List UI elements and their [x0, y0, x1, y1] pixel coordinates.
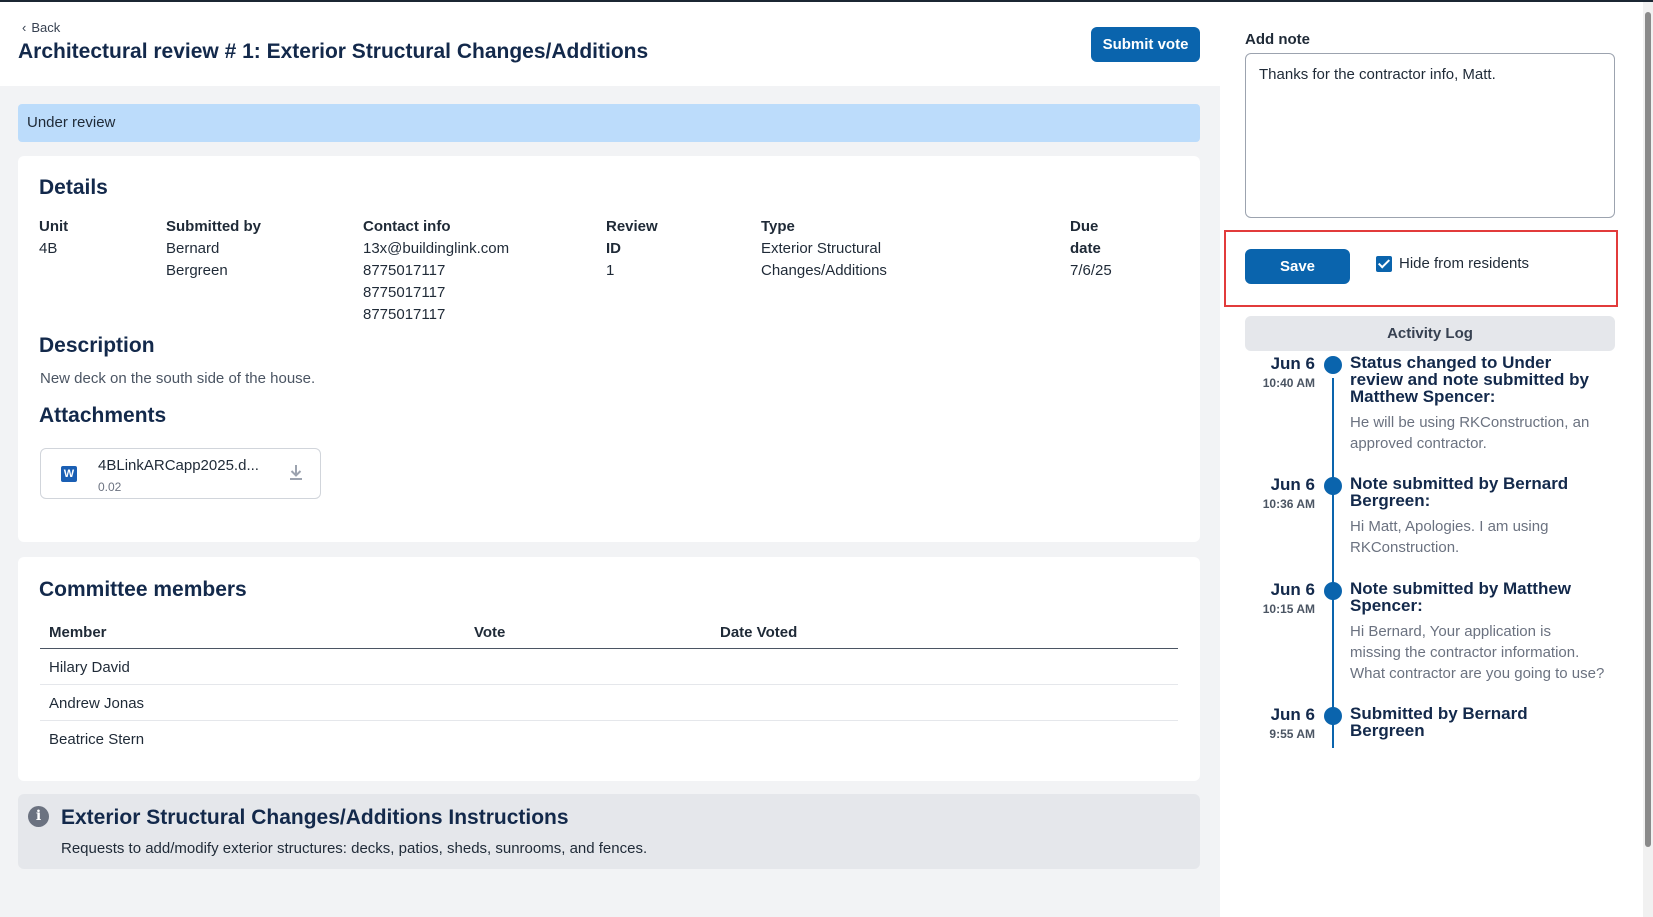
activity-log-button[interactable]: Activity Log	[1245, 316, 1615, 351]
submitted-by-label: Submitted by	[166, 218, 262, 235]
activity-time: 10:15 AM	[1262, 602, 1315, 616]
main-content: ‹ Back Architectural review # 1: Exterio…	[0, 2, 1220, 917]
unit-value: 4B	[39, 240, 58, 257]
type-label: Type	[761, 218, 795, 235]
activity-time: 9:55 AM	[1269, 727, 1315, 741]
table-row: Hilary David	[40, 649, 1178, 685]
back-label: Back	[31, 20, 61, 35]
contact-email: 13x@buildinglink.com	[363, 240, 510, 257]
activity-date: Jun 6	[1270, 354, 1315, 373]
activity-title: Note submitted by Bernard Bergreen:	[1350, 474, 1569, 510]
activity-time: 10:40 AM	[1262, 376, 1315, 390]
due-date-label: date	[1070, 240, 1101, 257]
note-sidebar: Add note Save Hide from residents Activi…	[1220, 2, 1640, 917]
add-note-label: Add note	[1245, 31, 1310, 48]
table-row: Beatrice Stern	[40, 721, 1178, 757]
scrollbar[interactable]	[1643, 2, 1653, 917]
type-field: Type Exterior Structural Changes/Additio…	[761, 216, 887, 282]
submit-vote-button[interactable]: Submit vote	[1091, 27, 1200, 62]
table-header: Member Vote Date Voted	[40, 617, 1178, 649]
scrollbar-thumb[interactable]	[1645, 12, 1651, 847]
member-name: Hilary David	[49, 659, 130, 676]
timeline-dot	[1324, 477, 1342, 495]
contact-phone: 8775017117	[363, 306, 446, 323]
timeline-line	[1332, 378, 1334, 748]
activity-body: Hi Matt, Apologies. I am using RKConstru…	[1350, 518, 1549, 556]
committee-table: Member Vote Date Voted Hilary David Andr…	[40, 617, 1178, 757]
committee-heading: Committee members	[39, 578, 247, 601]
activity-title: Note submitted by Matthew Spencer:	[1350, 579, 1572, 615]
submitted-by-field: Submitted by Bernard Bergreen	[166, 216, 261, 282]
type-line: Exterior Structural	[761, 240, 882, 257]
back-link[interactable]: ‹ Back	[22, 20, 60, 35]
due-date-label: Due	[1070, 218, 1099, 235]
column-vote: Vote	[474, 624, 506, 641]
timeline-dot	[1324, 707, 1342, 725]
committee-card: Committee members Member Vote Date Voted…	[18, 557, 1200, 781]
type-line: Changes/Additions	[761, 262, 887, 279]
member-name: Beatrice Stern	[49, 731, 145, 748]
activity-date: Jun 6	[1270, 580, 1315, 599]
instructions-text: Requests to add/modify exterior structur…	[61, 840, 648, 857]
timeline-dot	[1324, 356, 1342, 374]
save-button[interactable]: Save	[1245, 249, 1350, 284]
page-title: Architectural review # 1: Exterior Struc…	[18, 40, 649, 63]
contact-info-label: Contact info	[363, 218, 451, 235]
info-icon: i	[28, 806, 49, 827]
unit-label: Unit	[39, 218, 69, 235]
activity-body: Hi Bernard, Your application is missing …	[1350, 623, 1605, 682]
attachments-heading: Attachments	[39, 404, 167, 427]
page-header: ‹ Back Architectural review # 1: Exterio…	[0, 2, 1220, 86]
download-icon[interactable]	[287, 463, 305, 483]
contact-info-field: Contact info 13x@buildinglink.com 877501…	[363, 216, 509, 326]
description-heading: Description	[39, 334, 155, 357]
contact-phone: 8775017117	[363, 262, 446, 279]
submitted-by-line: Bernard	[166, 240, 220, 257]
column-member: Member	[49, 624, 107, 641]
activity-title: Submitted by Bernard Bergreen	[1350, 704, 1528, 740]
due-date-value: 7/6/25	[1070, 262, 1112, 279]
hide-from-residents-label[interactable]: Hide from residents	[1399, 255, 1529, 272]
review-id-value: 1	[606, 262, 615, 279]
attachment-size: 0.02	[98, 480, 122, 494]
due-date-field: Due date 7/6/25	[1070, 216, 1112, 282]
activity-date: Jun 6	[1270, 705, 1315, 724]
column-date-voted: Date Voted	[720, 624, 798, 641]
contact-phone: 8775017117	[363, 284, 446, 301]
activity-body: He will be using RKConstruction, an appr…	[1350, 414, 1590, 452]
activity-date: Jun 6	[1270, 475, 1315, 494]
description-text: New deck on the south side of the house.	[40, 370, 316, 387]
instructions-title: Exterior Structural Changes/Additions In…	[61, 806, 569, 829]
activity-title: Status changed to Under review and note …	[1350, 353, 1589, 406]
unit-field: Unit 4B	[39, 216, 68, 260]
member-name: Andrew Jonas	[49, 695, 145, 712]
timeline-dot	[1324, 582, 1342, 600]
activity-time: 10:36 AM	[1262, 497, 1315, 511]
table-row: Andrew Jonas	[40, 685, 1178, 721]
chevron-left-icon: ‹	[22, 20, 27, 35]
word-doc-icon: W	[61, 466, 77, 482]
review-id-label: Review	[606, 218, 658, 235]
status-banner: Under review	[18, 104, 1200, 142]
note-textarea[interactable]	[1245, 53, 1615, 218]
details-heading: Details	[39, 176, 108, 199]
instructions-panel: i Exterior Structural Changes/Additions …	[18, 794, 1200, 869]
attachment-name: 4BLinkARCapp2025.d...	[98, 457, 259, 474]
hide-from-residents-checkbox[interactable]	[1376, 256, 1392, 272]
review-id-label: ID	[606, 240, 621, 257]
attachment-item[interactable]: W 4BLinkARCapp2025.d... 0.02	[40, 448, 321, 499]
submitted-by-line: Bergreen	[166, 262, 228, 279]
details-card: Details Unit 4B Submitted by Bernard Ber…	[18, 156, 1200, 542]
review-id-field: Review ID 1	[606, 216, 658, 282]
